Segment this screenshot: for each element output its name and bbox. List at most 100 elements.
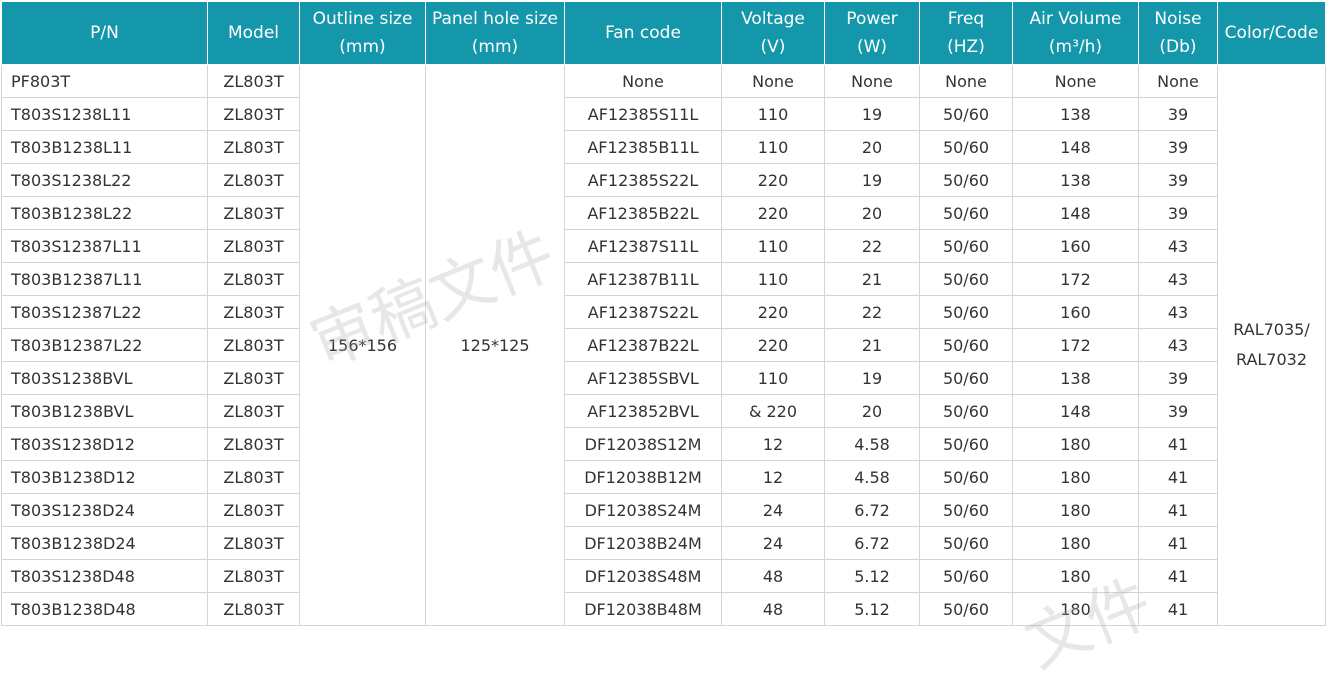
table-row: PF803T ZL803T 156*156 125*125 None None None No… xyxy=(1,64,1326,626)
cell-voltage: 110 xyxy=(721,97,825,131)
cell-fan-code: AF12385B11L xyxy=(564,130,722,164)
cell-air-volume: 138 xyxy=(1012,361,1139,395)
cell-freq: 50/60 xyxy=(919,394,1013,428)
header-power: Power (W) xyxy=(824,1,920,65)
table-row: T803S1238L22 ZL803T AF12385S22L 220 19 50/60 1… xyxy=(1,163,1326,197)
header-outline-size: Outline size (mm) xyxy=(299,1,426,65)
cell-air-volume: 148 xyxy=(1012,394,1139,428)
cell-power: 22 xyxy=(824,229,920,263)
cell-fan-code: DF12038B48M xyxy=(564,592,722,626)
cell-power: 5.12 xyxy=(824,592,920,626)
table-row: T803B1238L22 ZL803T AF12385B22L 220 20 50/60 1… xyxy=(1,196,1326,230)
cell-pn: T803S1238D12 xyxy=(1,427,208,461)
cell-freq: 50/60 xyxy=(919,130,1013,164)
cell-voltage: 110 xyxy=(721,262,825,296)
cell-air-volume: 138 xyxy=(1012,163,1139,197)
cell-voltage: None xyxy=(721,64,825,98)
cell-power: 4.58 xyxy=(824,427,920,461)
cell-pn: T803S1238L22 xyxy=(1,163,208,197)
cell-freq: 50/60 xyxy=(919,196,1013,230)
cell-freq: 50/60 xyxy=(919,559,1013,593)
cell-voltage: 220 xyxy=(721,196,825,230)
cell-air-volume: 180 xyxy=(1012,493,1139,527)
cell-model: ZL803T xyxy=(207,295,300,329)
cell-power: None xyxy=(824,64,920,98)
cell-freq: 50/60 xyxy=(919,328,1013,362)
header-fan-code: Fan code xyxy=(564,1,722,65)
spec-table: P/N Model Outline size (mm) Panel hole si… xyxy=(1,1,1326,626)
cell-noise: 39 xyxy=(1138,361,1218,395)
cell-air-volume: 180 xyxy=(1012,460,1139,494)
cell-noise: 43 xyxy=(1138,295,1218,329)
cell-pn: T803S12387L11 xyxy=(1,229,208,263)
cell-air-volume: 148 xyxy=(1012,196,1139,230)
cell-fan-code: AF12385SBVL xyxy=(564,361,722,395)
cell-power: 20 xyxy=(824,196,920,230)
cell-power: 4.58 xyxy=(824,460,920,494)
header-panel-hole-size: Panel hole size (mm) xyxy=(425,1,565,65)
cell-fan-code: AF12385S11L xyxy=(564,97,722,131)
cell-voltage: 24 xyxy=(721,526,825,560)
cell-model: ZL803T xyxy=(207,64,300,98)
cell-model: ZL803T xyxy=(207,97,300,131)
cell-model: ZL803T xyxy=(207,361,300,395)
cell-noise: 41 xyxy=(1138,427,1218,461)
cell-voltage: 48 xyxy=(721,559,825,593)
cell-pn: T803B1238D12 xyxy=(1,460,208,494)
cell-freq: 50/60 xyxy=(919,460,1013,494)
header-color-code: Color/Code xyxy=(1217,1,1326,65)
cell-air-volume: 180 xyxy=(1012,526,1139,560)
table-row: T803S1238BVL ZL803T AF12385SBVL 110 19 50/60 1… xyxy=(1,361,1326,395)
cell-fan-code: AF12387S11L xyxy=(564,229,722,263)
cell-power: 6.72 xyxy=(824,493,920,527)
cell-pn: T803B1238L22 xyxy=(1,196,208,230)
cell-freq: 50/60 xyxy=(919,295,1013,329)
cell-freq: 50/60 xyxy=(919,262,1013,296)
cell-noise: 43 xyxy=(1138,229,1218,263)
cell-model: ZL803T xyxy=(207,229,300,263)
cell-voltage: 48 xyxy=(721,592,825,626)
cell-freq: None xyxy=(919,64,1013,98)
cell-air-volume: 138 xyxy=(1012,97,1139,131)
cell-model: ZL803T xyxy=(207,262,300,296)
color-code-line: RAL7035/ xyxy=(1233,320,1310,339)
cell-pn: T803B1238BVL xyxy=(1,394,208,428)
header-model: Model xyxy=(207,1,300,65)
cell-fan-code: AF12387B11L xyxy=(564,262,722,296)
cell-freq: 50/60 xyxy=(919,229,1013,263)
cell-noise: 39 xyxy=(1138,97,1218,131)
cell-noise: 39 xyxy=(1138,394,1218,428)
cell-power: 21 xyxy=(824,262,920,296)
cell-air-volume: None xyxy=(1012,64,1139,98)
cell-freq: 50/60 xyxy=(919,493,1013,527)
cell-power: 22 xyxy=(824,295,920,329)
cell-power: 19 xyxy=(824,163,920,197)
cell-noise: 41 xyxy=(1138,559,1218,593)
cell-model: ZL803T xyxy=(207,328,300,362)
cell-fan-code: None xyxy=(564,64,722,98)
cell-power: 19 xyxy=(824,361,920,395)
cell-noise: 41 xyxy=(1138,592,1218,626)
cell-freq: 50/60 xyxy=(919,361,1013,395)
table-row: T803S12387L11 ZL803T AF12387S11L 110 22 50/60… xyxy=(1,229,1326,263)
cell-power: 21 xyxy=(824,328,920,362)
cell-air-volume: 160 xyxy=(1012,229,1139,263)
cell-fan-code: DF12038B12M xyxy=(564,460,722,494)
cell-noise: 41 xyxy=(1138,493,1218,527)
header-noise: Noise (Db) xyxy=(1138,1,1218,65)
cell-power: 6.72 xyxy=(824,526,920,560)
color-code-line: RAL7032 xyxy=(1235,350,1308,369)
cell-power: 5.12 xyxy=(824,559,920,593)
cell-model: ZL803T xyxy=(207,394,300,428)
cell-power: 20 xyxy=(824,394,920,428)
cell-air-volume: 180 xyxy=(1012,592,1139,626)
cell-pn: T803B1238L11 xyxy=(1,130,208,164)
cell-noise: 41 xyxy=(1138,460,1218,494)
cell-model: ZL803T xyxy=(207,130,300,164)
cell-power: 20 xyxy=(824,130,920,164)
cell-pn: T803B1238D24 xyxy=(1,526,208,560)
cell-fan-code: AF12385S22L xyxy=(564,163,722,197)
cell-air-volume: 180 xyxy=(1012,559,1139,593)
cell-noise: 39 xyxy=(1138,196,1218,230)
cell-freq: 50/60 xyxy=(919,97,1013,131)
